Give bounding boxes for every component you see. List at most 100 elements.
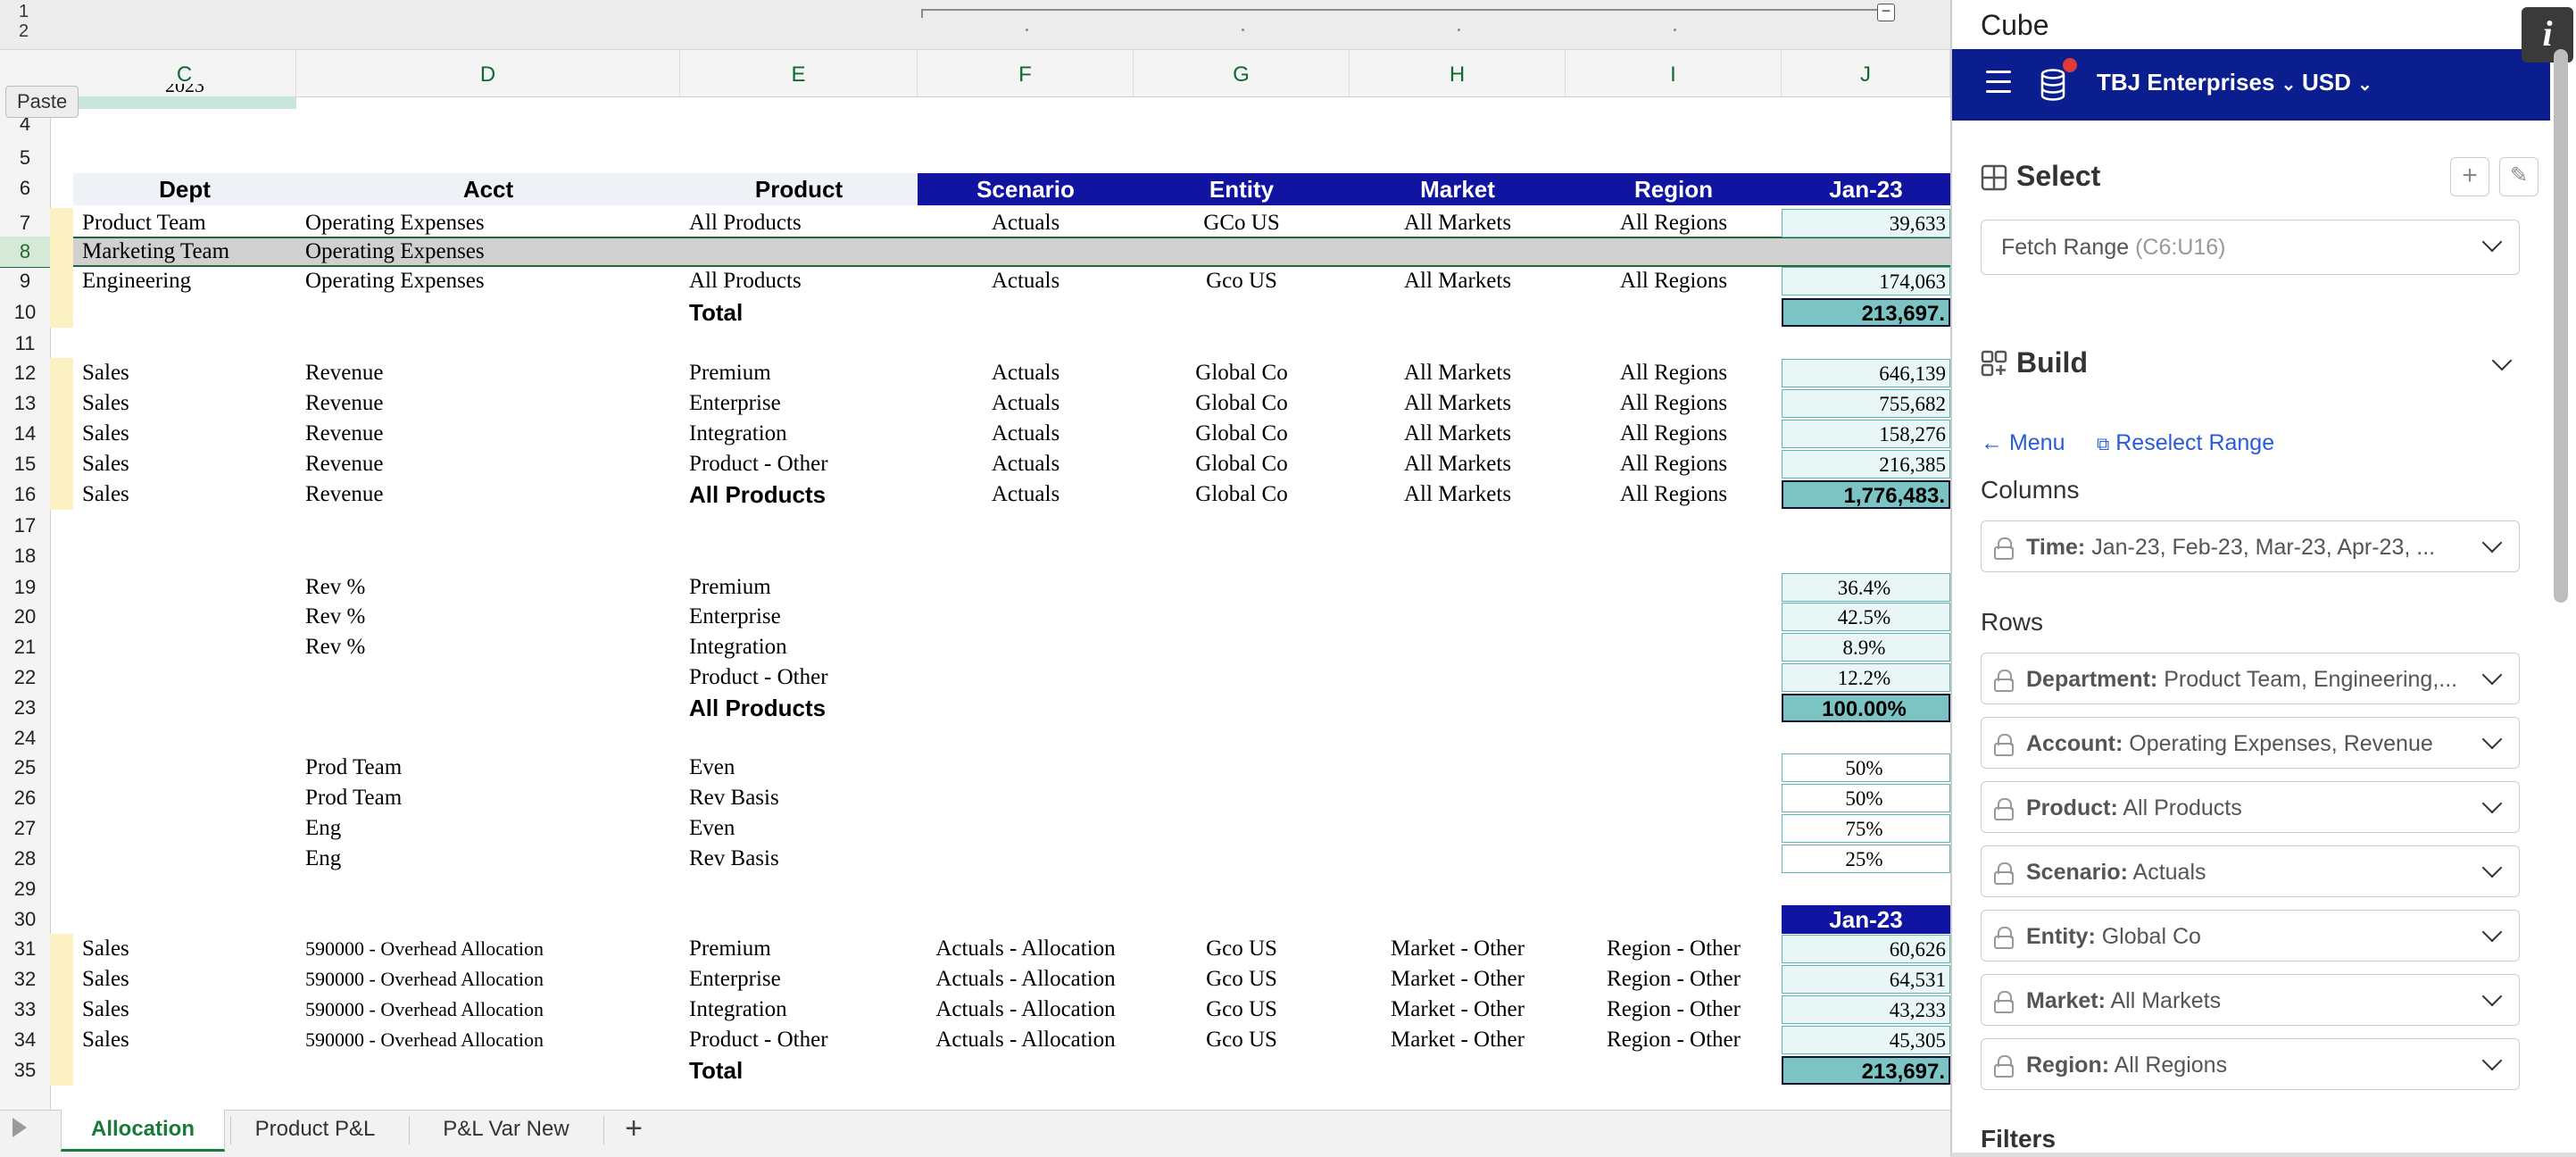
cell-market[interactable]: All Markets xyxy=(1350,208,1566,238)
cell-total-label[interactable]: Total xyxy=(689,1055,743,1086)
row-number[interactable]: 10 xyxy=(0,297,50,328)
column-header-f[interactable]: F xyxy=(918,50,1134,96)
cell-dept[interactable]: Sales xyxy=(82,1025,129,1055)
cell-scenario[interactable]: Actuals xyxy=(918,266,1134,296)
cell-jan-pct[interactable]: 50% xyxy=(1782,753,1950,782)
cell-acct[interactable]: Eng xyxy=(305,813,341,844)
cell-dept[interactable]: Sales xyxy=(82,934,129,964)
cell-product[interactable]: Integration xyxy=(689,995,787,1025)
cell-jan[interactable]: 174,063 xyxy=(1782,267,1950,295)
cell-acct[interactable]: Revenue xyxy=(305,388,383,419)
cell-product[interactable]: Integration xyxy=(689,419,787,449)
collapse-group-button[interactable]: − xyxy=(1877,3,1895,21)
cell-acct[interactable]: Prod Team xyxy=(305,783,402,813)
cell-scenario[interactable]: Actuals - Allocation xyxy=(918,934,1134,964)
add-sheet-button[interactable]: + xyxy=(611,1113,656,1145)
row-number[interactable]: 25 xyxy=(0,753,50,783)
cell-jan[interactable]: 39,633 xyxy=(1782,209,1950,237)
row-number[interactable]: 18 xyxy=(0,541,50,571)
cell-scenario[interactable]: Actuals xyxy=(918,449,1134,479)
header-market[interactable]: Market xyxy=(1350,173,1566,205)
cell-acct[interactable]: 590000 - Overhead Allocation xyxy=(305,1025,544,1055)
row-field-product[interactable]: Product: All Products xyxy=(1981,781,2520,833)
cell-product[interactable]: Enterprise xyxy=(689,602,781,632)
cell-acct[interactable]: 590000 - Overhead Allocation xyxy=(305,964,544,995)
lock-icon[interactable] xyxy=(1994,991,2014,1013)
cell-entity[interactable]: Gco US xyxy=(1134,934,1350,964)
cell-acct[interactable]: Operating Expenses xyxy=(305,237,485,267)
cell-product[interactable]: All Products xyxy=(689,208,802,238)
chevron-down-icon[interactable] xyxy=(2481,664,2503,686)
cell-product[interactable]: Integration xyxy=(689,632,787,662)
row-number[interactable]: 19 xyxy=(0,572,50,603)
cell-region[interactable]: All Regions xyxy=(1566,208,1782,238)
sheet-tab-product-p-l[interactable]: Product P&L xyxy=(230,1110,400,1149)
cell-entity[interactable]: Global Co xyxy=(1134,419,1350,449)
row-number[interactable]: 17 xyxy=(0,511,50,541)
cell-scenario[interactable]: Actuals xyxy=(918,419,1134,449)
row-number[interactable]: 26 xyxy=(0,783,50,813)
chevron-down-icon[interactable] xyxy=(2481,986,2503,1007)
column-header-g[interactable]: G xyxy=(1134,50,1350,96)
chevron-down-icon[interactable] xyxy=(2481,1050,2503,1071)
row-number[interactable]: 34 xyxy=(0,1025,50,1055)
cell-region[interactable]: All Regions xyxy=(1566,358,1782,388)
column-header-d[interactable]: D xyxy=(296,50,680,96)
chevron-down-icon[interactable] xyxy=(2481,793,2503,814)
lock-icon[interactable] xyxy=(1994,862,2014,885)
cell-region[interactable]: Region - Other xyxy=(1566,995,1782,1025)
header-jan-2[interactable]: Jan-23 xyxy=(1782,905,1950,934)
cell-region[interactable] xyxy=(1566,237,1782,267)
paste-tooltip[interactable]: Paste xyxy=(5,86,79,118)
cell-scenario[interactable]: Actuals xyxy=(918,479,1134,510)
cell-dept[interactable]: Engineering xyxy=(82,266,191,296)
lock-icon[interactable] xyxy=(1994,798,2014,820)
cell-product[interactable]: All Products xyxy=(689,266,802,296)
cell-dept[interactable]: Sales xyxy=(82,419,129,449)
row-field-department[interactable]: Department: Product Team, Engineering,..… xyxy=(1981,653,2520,704)
cell-acct[interactable]: Eng xyxy=(305,844,341,874)
cell-entity[interactable]: Gco US xyxy=(1134,1025,1350,1055)
lock-icon[interactable] xyxy=(1994,1055,2014,1078)
cell-total-jan[interactable]: 213,697. xyxy=(1782,1056,1950,1085)
scroll-tabs-icon[interactable] xyxy=(12,1118,27,1137)
cell-acct[interactable]: 590000 - Overhead Allocation xyxy=(305,934,544,964)
column-header-e[interactable]: E xyxy=(680,50,918,96)
cell-scenario[interactable]: Actuals xyxy=(918,358,1134,388)
spreadsheet-area[interactable]: 1 2 − CDEFGHIJ 4 5 6 7 8 9 10 11 12 13 14 15 16 17 18 1… xyxy=(0,0,1950,1157)
row-field-entity[interactable]: Entity: Global Co xyxy=(1981,910,2520,961)
outline-level-1[interactable]: 1 xyxy=(19,2,29,22)
row-number[interactable]: 11 xyxy=(0,329,50,359)
cell-dept[interactable]: Sales xyxy=(82,964,129,995)
cell-scenario[interactable]: Actuals xyxy=(918,388,1134,419)
row-number[interactable]: 13 xyxy=(0,388,50,419)
cell-entity[interactable]: Global Co xyxy=(1134,449,1350,479)
row-field-region[interactable]: Region: All Regions xyxy=(1981,1038,2520,1090)
cell-jan[interactable]: 216,385 xyxy=(1782,450,1950,479)
header-region[interactable]: Region xyxy=(1566,173,1782,205)
cell-product[interactable]: Premium xyxy=(689,358,771,388)
header-dept[interactable]: Dept xyxy=(73,173,296,205)
cell-acct[interactable]: Prod Team xyxy=(305,753,402,783)
horizontal-scrollbar[interactable] xyxy=(1951,1153,2576,1157)
row-field-market[interactable]: Market: All Markets xyxy=(1981,974,2520,1026)
row-number[interactable]: 6 xyxy=(0,173,50,204)
column-header-j[interactable]: J xyxy=(1782,50,1950,96)
cell-market[interactable]: All Markets xyxy=(1350,388,1566,419)
cell-acct[interactable]: Rev % xyxy=(305,572,365,603)
row-number[interactable]: 32 xyxy=(0,964,50,995)
cell-entity[interactable] xyxy=(1134,237,1350,267)
cell-region[interactable]: All Regions xyxy=(1566,479,1782,510)
cell-market[interactable]: Market - Other xyxy=(1350,995,1566,1025)
cell-c4[interactable]: 2023 xyxy=(73,84,296,96)
cell-dept[interactable]: Sales xyxy=(82,358,129,388)
cell-jan[interactable]: 43,233 xyxy=(1782,995,1950,1024)
row-number[interactable]: 24 xyxy=(0,723,50,753)
row-number[interactable]: 16 xyxy=(0,479,50,510)
cell-region[interactable]: All Regions xyxy=(1566,266,1782,296)
chevron-down-icon[interactable] xyxy=(2491,350,2513,371)
cell-scenario[interactable]: Actuals - Allocation xyxy=(918,964,1134,995)
cell-acct[interactable]: Revenue xyxy=(305,419,383,449)
lock-icon[interactable] xyxy=(1994,734,2014,756)
cell-acct[interactable]: Revenue xyxy=(305,449,383,479)
